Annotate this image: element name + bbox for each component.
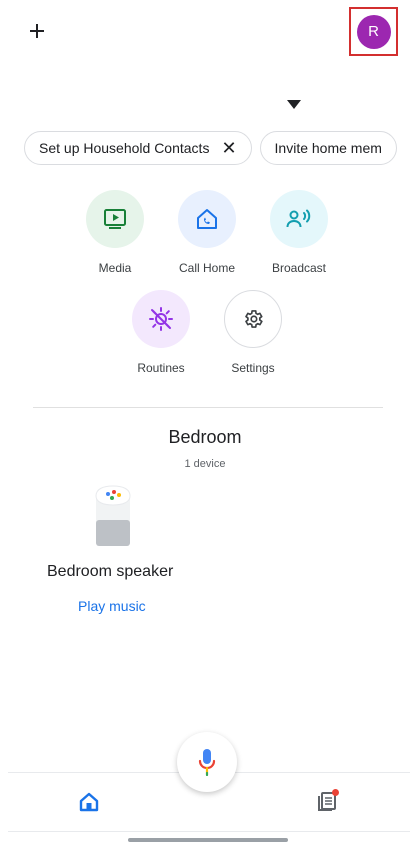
plus-icon — [30, 24, 44, 38]
caret-down-icon — [287, 99, 301, 109]
action-label: Routines — [137, 361, 185, 375]
bottom-separator — [8, 831, 410, 832]
action-label: Call Home — [178, 261, 235, 275]
chip-label: Invite home mem — [274, 140, 382, 156]
nav-home-tab[interactable] — [76, 789, 102, 815]
routines-action[interactable]: Routines — [117, 290, 205, 375]
broadcast-icon — [270, 190, 328, 248]
home-selector-dropdown[interactable] — [286, 98, 302, 110]
speaker-device-icon[interactable] — [93, 484, 133, 550]
settings-icon — [224, 290, 282, 348]
room-title: Bedroom — [168, 427, 242, 447]
chip-invite-home-member[interactable]: Invite home mem — [259, 131, 397, 165]
play-music-link[interactable]: Play music — [78, 598, 146, 614]
action-label: Settings — [231, 361, 275, 375]
account-avatar-button[interactable]: R — [349, 7, 398, 56]
add-button[interactable] — [22, 16, 52, 46]
close-icon[interactable]: ✕ — [221, 139, 236, 157]
action-label: Media — [98, 261, 132, 275]
media-icon — [86, 190, 144, 248]
call-home-action[interactable]: Call Home — [163, 190, 251, 275]
settings-action[interactable]: Settings — [209, 290, 297, 375]
assistant-mic-button[interactable] — [177, 732, 237, 792]
action-label: Broadcast — [271, 261, 327, 275]
chip-label: Set up Household Contacts — [39, 140, 210, 156]
broadcast-action[interactable]: Broadcast — [255, 190, 343, 275]
media-action[interactable]: Media — [71, 190, 159, 275]
avatar-initial: R — [368, 23, 379, 40]
nav-feed-tab[interactable] — [314, 786, 342, 814]
room-device-count: 1 device — [184, 458, 226, 470]
section-divider — [33, 407, 383, 408]
microphone-icon — [198, 749, 216, 776]
notification-dot — [332, 789, 339, 796]
gesture-navigation-bar[interactable] — [128, 838, 288, 842]
home-icon — [79, 792, 99, 812]
suggestion-chips: Set up Household Contacts ✕ Invite home … — [24, 131, 410, 167]
call-home-icon — [178, 190, 236, 248]
chip-household-contacts[interactable]: Set up Household Contacts ✕ — [24, 131, 252, 165]
avatar: R — [356, 14, 391, 49]
device-name[interactable]: Bedroom speaker — [47, 563, 173, 581]
feed-icon — [318, 789, 339, 811]
routines-icon — [132, 290, 190, 348]
